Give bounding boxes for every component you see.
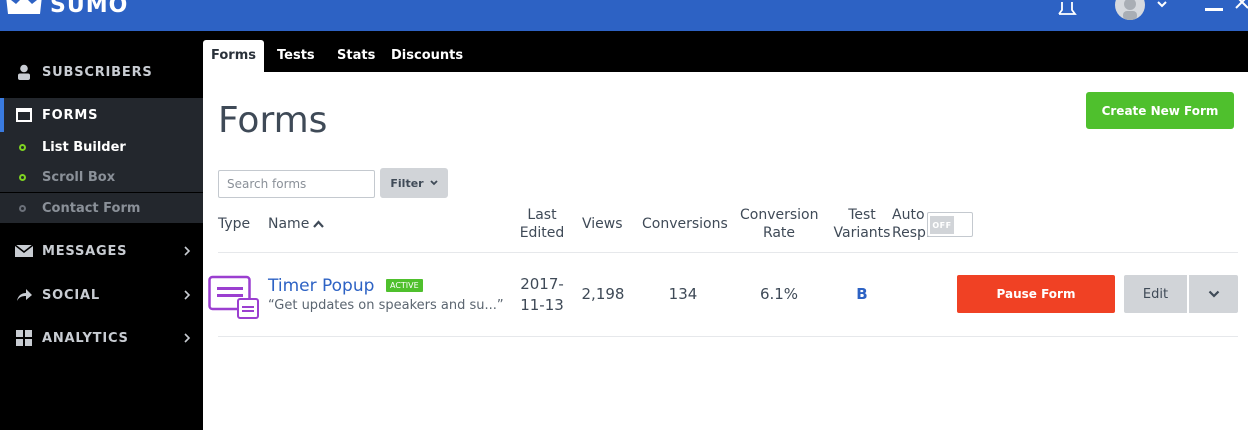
sidebar-item-subscribers[interactable]: SUBSCRIBERS: [0, 55, 203, 89]
sidebar-item-label: SOCIAL: [42, 287, 100, 303]
sort-ascending-icon: [313, 220, 325, 228]
sidebar-item-label: FORMS: [42, 107, 99, 123]
column-header-name[interactable]: Name: [268, 215, 325, 233]
status-badge: ACTIVE: [386, 279, 423, 292]
close-icon[interactable]: [1234, 0, 1248, 10]
minimize-icon[interactable]: [1205, 8, 1223, 11]
chevron-right-icon: [184, 290, 191, 300]
sidebar-subitem-label: List Builder: [42, 139, 126, 155]
tab-stats[interactable]: Stats: [329, 40, 383, 72]
table-divider: [218, 336, 1238, 337]
column-header-line: Last: [527, 207, 557, 223]
column-header-conversion-rate: Conversion Rate: [740, 206, 819, 242]
status-dot-icon: [19, 143, 26, 151]
chevron-down-icon[interactable]: [1155, 0, 1169, 12]
envelope-icon: [15, 243, 33, 259]
pause-form-button[interactable]: Pause Form: [957, 275, 1115, 313]
last-edited-cell: 2017- 11-13: [518, 274, 566, 316]
sidebar-item-label: SUBSCRIBERS: [42, 64, 153, 80]
sidebar-item-label: ANALYTICS: [42, 330, 129, 346]
filter-button[interactable]: Filter: [380, 168, 448, 198]
sumo-logo[interactable]: SUMO: [4, 0, 128, 19]
top-bar: SUMO: [0, 0, 1248, 31]
window-icon: [15, 107, 33, 123]
column-header-test-variants: Test Variants: [833, 206, 891, 242]
popup-form-icon: [208, 275, 259, 319]
sidebar-subitem-contact-form[interactable]: Contact Form: [0, 193, 203, 223]
chevron-down-icon: [429, 180, 438, 186]
create-new-form-button[interactable]: Create New Form: [1086, 92, 1234, 129]
notifications-icon[interactable]: [1056, 0, 1078, 18]
sidebar-item-analytics[interactable]: ANALYTICS: [0, 321, 203, 355]
column-header-conversions: Conversions: [642, 216, 728, 232]
share-arrow-icon: [15, 287, 33, 303]
tab-forms[interactable]: Forms: [203, 40, 264, 72]
sidebar-item-forms[interactable]: FORMS: [0, 98, 203, 132]
status-dot-icon: [19, 204, 26, 212]
column-header-line: Test: [848, 207, 876, 223]
column-header-views: Views: [582, 216, 623, 232]
crown-logo-icon: [6, 0, 42, 14]
tab-bar: Forms Tests Stats Discounts: [203, 31, 1248, 72]
column-header-label: Name: [268, 216, 310, 232]
views-cell: 2,198: [581, 285, 625, 303]
column-header-line: Auto: [892, 207, 925, 223]
auto-responder-toggle[interactable]: OFF: [927, 212, 973, 237]
tab-tests[interactable]: Tests: [269, 40, 323, 72]
more-actions-button[interactable]: [1189, 275, 1238, 313]
column-header-line: Edited: [519, 225, 565, 241]
dashboard-grid-icon: [15, 330, 33, 346]
cell-line: 2017-: [520, 275, 564, 293]
sidebar-item-label: MESSAGES: [42, 243, 128, 259]
search-input[interactable]: [218, 170, 375, 198]
tab-discounts[interactable]: Discounts: [383, 40, 471, 72]
chevron-right-icon: [184, 246, 191, 256]
form-name-link[interactable]: Timer Popup: [268, 276, 374, 296]
page-title: Forms: [218, 100, 328, 141]
avatar-icon: [1123, 0, 1137, 20]
column-header-line: Rate: [762, 225, 796, 241]
form-description: “Get updates on speakers and su...”: [268, 298, 504, 313]
column-header-last-edited: Last Edited: [518, 206, 566, 242]
edit-button[interactable]: Edit: [1124, 275, 1187, 313]
test-variant-link[interactable]: B: [852, 285, 872, 303]
logo-text: SUMO: [50, 0, 129, 18]
toggle-label: OFF: [930, 216, 954, 234]
sidebar: SUBSCRIBERS FORMS List Builder Scroll Bo…: [0, 31, 203, 430]
column-header-auto-responder: Auto Resp.: [892, 206, 930, 242]
status-dot-icon: [19, 173, 26, 181]
cell-line: 11-13: [520, 296, 564, 314]
column-header-line: Conversion: [740, 207, 819, 223]
conversions-cell: 134: [668, 285, 698, 303]
column-header-type: Type: [218, 216, 251, 232]
chevron-down-icon: [1208, 290, 1219, 298]
filter-label: Filter: [390, 176, 424, 190]
sidebar-subitem-list-builder[interactable]: List Builder: [0, 132, 203, 162]
sidebar-subitem-label: Scroll Box: [42, 169, 116, 185]
person-icon: [15, 64, 33, 80]
sidebar-subitem-scroll-box[interactable]: Scroll Box: [0, 162, 203, 192]
conversion-rate-cell: 6.1%: [759, 285, 799, 303]
chevron-right-icon: [184, 333, 191, 343]
column-header-line: Variants: [833, 225, 891, 241]
sidebar-item-social[interactable]: SOCIAL: [0, 278, 203, 312]
sidebar-subitem-label: Contact Form: [42, 200, 141, 216]
column-header-line: Resp.: [892, 225, 931, 241]
user-avatar[interactable]: [1115, 0, 1145, 20]
sidebar-item-messages[interactable]: MESSAGES: [0, 234, 203, 268]
